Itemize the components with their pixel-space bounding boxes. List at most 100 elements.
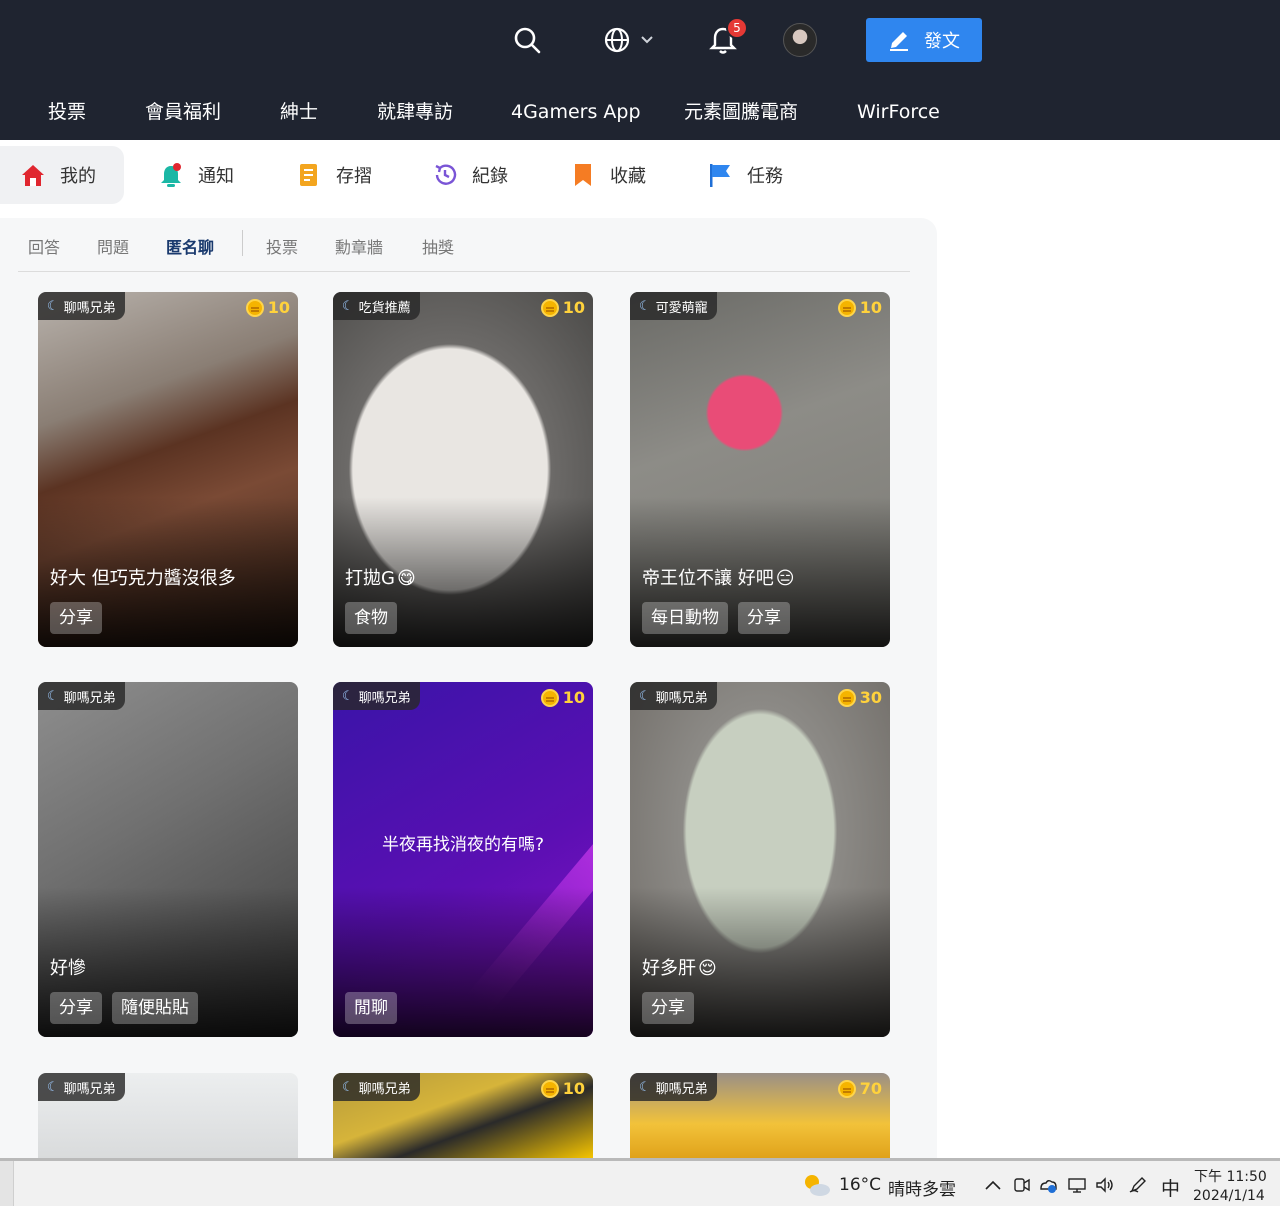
card-title-emoji: 😌: [698, 958, 717, 979]
coin-icon: [837, 298, 856, 317]
main-nav: 投票 會員福利 紳士 就肆專訪 4Gamers App 元素圖騰電商 WirFo…: [0, 92, 1280, 132]
nav-4gamers-app[interactable]: 4Gamers App: [511, 92, 641, 132]
nav-ecommerce[interactable]: 元素圖騰電商: [684, 92, 798, 132]
subnav-favorites[interactable]: 收藏: [570, 146, 646, 204]
bookmark-icon: [575, 164, 591, 186]
card-category-label: 聊嗎兄弟: [655, 1081, 708, 1097]
post-card[interactable]: ☾ 聊嗎兄弟 10 半夜再找消夜的有嗎? 閒聊: [333, 682, 593, 1037]
clock-time[interactable]: 下午 11:50: [1194, 1166, 1267, 1186]
coin-icon: [540, 688, 559, 707]
subnav-tasks[interactable]: 任務: [707, 146, 783, 204]
subnav-notifications[interactable]: 通知: [158, 146, 234, 204]
card-category-badge: ☾ 聊嗎兄弟: [38, 292, 125, 320]
tab-answers[interactable]: 回答: [28, 234, 60, 258]
flag-icon: [710, 164, 730, 187]
card-category-label: 聊嗎兄弟: [63, 1081, 116, 1097]
input-method-indicator[interactable]: 中: [1161, 1174, 1180, 1201]
subnav-tasks-label: 任務: [747, 166, 783, 187]
nav-interviews[interactable]: 就肆專訪: [377, 92, 453, 132]
card-tag[interactable]: 閒聊: [345, 992, 397, 1024]
card-category-label: 可愛萌寵: [655, 300, 708, 316]
network-icon[interactable]: [1067, 1176, 1087, 1194]
weather-partly-cloudy-icon: [805, 1175, 830, 1196]
tab-divider: [242, 230, 243, 256]
tab-vote[interactable]: 投票: [266, 234, 298, 258]
card-coin-reward: 70: [837, 1079, 882, 1098]
card-title-emoji: 😑: [775, 568, 795, 589]
card-category-badge: ☾ 聊嗎兄弟: [38, 682, 125, 710]
post-card[interactable]: ☾ 可愛萌寵 10 帝王位不讓 好吧 😑 每日動物 分享: [630, 292, 890, 647]
language-selector[interactable]: [600, 22, 658, 58]
card-tag[interactable]: 分享: [50, 602, 102, 634]
card-coin-reward: 10: [540, 298, 585, 317]
category-icon: ☾: [342, 688, 354, 704]
pencil-icon: [890, 32, 908, 51]
card-category-label: 聊嗎兄弟: [358, 1081, 411, 1097]
home-icon: [22, 165, 44, 186]
card-tag[interactable]: 分享: [50, 992, 102, 1024]
tab-anonymous-chat[interactable]: 匿名聊: [166, 234, 214, 258]
post-card[interactable]: ☾ 聊嗎兄弟 30 好多肝 😌 分享: [630, 682, 890, 1037]
meet-camera-icon[interactable]: [1012, 1176, 1032, 1194]
card-tag[interactable]: 食物: [345, 602, 397, 634]
nav-wirforce[interactable]: WirForce: [857, 92, 940, 132]
card-category-badge: ☾ 聊嗎兄弟: [630, 1073, 717, 1101]
nav-member-benefits[interactable]: 會員福利: [145, 92, 221, 132]
card-tag[interactable]: 分享: [738, 602, 790, 634]
weather-description[interactable]: 晴時多雲: [888, 1175, 956, 1200]
card-category-badge: ☾ 可愛萌寵: [630, 292, 717, 320]
card-category-badge: ☾ 聊嗎兄弟: [38, 1073, 125, 1101]
post-card[interactable]: ☾ 吃貨推薦 10 打拋G 😋 食物: [333, 292, 593, 647]
category-icon: ☾: [342, 298, 354, 314]
category-icon: ☾: [47, 688, 59, 704]
post-card[interactable]: ☾ 聊嗎兄弟好慘分享 隨便貼貼: [38, 682, 298, 1037]
nav-gentleman[interactable]: 紳士: [280, 92, 318, 132]
category-icon: ☾: [639, 688, 651, 704]
post-card[interactable]: ☾ 聊嗎兄弟 70: [630, 1073, 890, 1158]
tab-badge-wall[interactable]: 勳章牆: [335, 234, 383, 258]
search-icon[interactable]: [509, 22, 545, 58]
card-tag[interactable]: 隨便貼貼: [112, 992, 198, 1024]
clock-date[interactable]: 2024/1/14: [1193, 1188, 1265, 1204]
card-category-label: 聊嗎兄弟: [63, 300, 116, 316]
nav-vote[interactable]: 投票: [48, 92, 86, 132]
coin-amount: 70: [859, 1079, 882, 1098]
card-tags: 分享: [642, 992, 694, 1024]
history-icon: [435, 164, 457, 185]
category-icon: ☾: [639, 1079, 651, 1095]
subnav-passbook[interactable]: 存摺: [296, 146, 372, 204]
category-icon: ☾: [639, 298, 651, 314]
tab-questions[interactable]: 問題: [97, 234, 129, 258]
post-button-label: 發文: [924, 31, 960, 52]
subnav-mine[interactable]: 我的: [0, 146, 124, 204]
post-card[interactable]: ☾ 聊嗎兄弟: [38, 1073, 298, 1158]
post-card[interactable]: ☾ 聊嗎兄弟 10: [333, 1073, 593, 1158]
subnav-mine-label: 我的: [60, 166, 96, 187]
onedrive-info-icon[interactable]: [1038, 1176, 1058, 1194]
coin-icon: [837, 688, 856, 707]
card-tag[interactable]: 分享: [642, 992, 694, 1024]
coin-amount: 10: [562, 298, 585, 317]
post-card[interactable]: ☾ 聊嗎兄弟 10 好大 但巧克力醬沒很多 分享: [38, 292, 298, 647]
weather-temperature[interactable]: 16°C: [839, 1175, 881, 1195]
globe-icon: [604, 27, 653, 53]
card-coin-reward: 10: [540, 688, 585, 707]
user-avatar[interactable]: [783, 23, 817, 57]
card-title: 好慘: [50, 954, 86, 980]
card-title-text: 打拋G: [345, 568, 395, 589]
card-title: 好大 但巧克力醬沒很多: [50, 564, 236, 590]
windows-taskbar: 16°C 晴時多雲 中 下午 11:50 2024/1/14: [0, 1158, 1280, 1206]
card-title-text: 好大 但巧克力醬沒很多: [50, 568, 236, 589]
pen-icon[interactable]: [1128, 1176, 1148, 1194]
card-center-text: 半夜再找消夜的有嗎?: [381, 835, 545, 855]
post-button[interactable]: 發文: [866, 18, 982, 62]
subnav-history[interactable]: 紀錄: [432, 146, 508, 204]
coin-icon: [540, 298, 559, 317]
card-tags: 分享 隨便貼貼: [50, 992, 198, 1024]
tab-lottery[interactable]: 抽獎: [422, 234, 454, 258]
chevron-up-icon[interactable]: [983, 1176, 1003, 1194]
volume-icon[interactable]: [1095, 1176, 1115, 1194]
coin-amount: 10: [562, 688, 585, 707]
card-tag[interactable]: 每日動物: [642, 602, 728, 634]
coin-icon: [540, 1079, 559, 1098]
